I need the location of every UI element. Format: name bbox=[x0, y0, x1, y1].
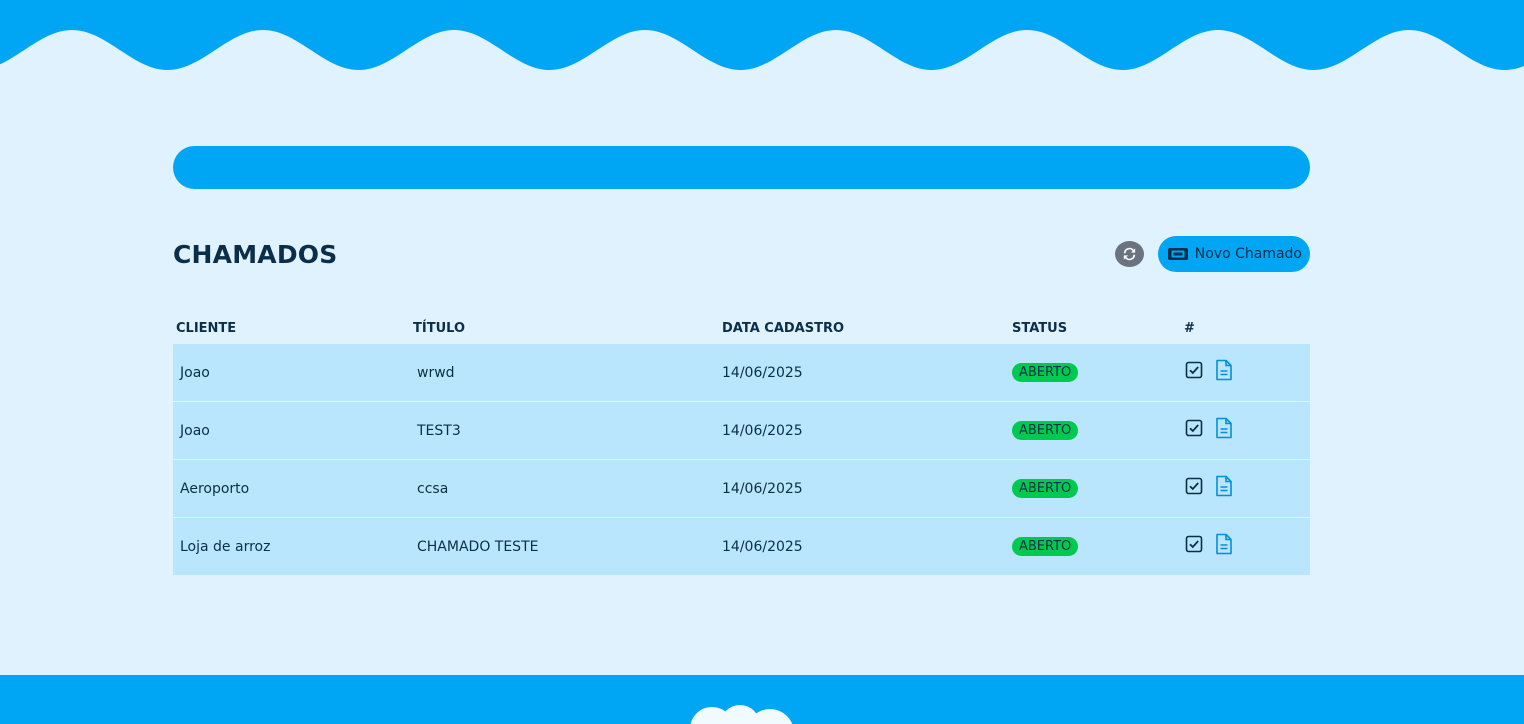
column-header-status: STATUS bbox=[1012, 320, 1068, 336]
check-square-icon[interactable] bbox=[1185, 419, 1203, 437]
check-square-icon[interactable] bbox=[1185, 477, 1203, 495]
header-row: CHAMADOS Novo Chamado bbox=[173, 232, 1310, 276]
top-wave-decoration bbox=[0, 0, 1524, 70]
check-square-icon[interactable] bbox=[1185, 361, 1203, 379]
cloud-icon bbox=[690, 705, 793, 724]
refresh-icon bbox=[1123, 247, 1135, 261]
column-header-cliente: CLIENTE bbox=[176, 320, 237, 336]
cell-cliente: Joao bbox=[180, 364, 210, 381]
ticket-icon bbox=[1167, 248, 1188, 260]
cell-data: 14/06/2025 bbox=[722, 480, 803, 497]
status-badge: ABERTO bbox=[1012, 363, 1079, 382]
cell-titulo: ccsa bbox=[417, 480, 449, 497]
cell-data: 14/06/2025 bbox=[722, 422, 803, 439]
column-header-actions: # bbox=[1184, 320, 1195, 336]
cell-actions bbox=[1180, 533, 1310, 555]
cell-status: ABERTO bbox=[1008, 421, 1180, 440]
cell-status: ABERTO bbox=[1008, 479, 1180, 498]
cell-titulo: TEST3 bbox=[417, 422, 461, 439]
cell-cliente: Loja de arroz bbox=[180, 538, 271, 555]
cell-status: ABERTO bbox=[1008, 363, 1180, 382]
column-header-titulo: TÍTULO bbox=[413, 320, 465, 336]
header-actions: Novo Chamado bbox=[1114, 236, 1310, 272]
document-icon[interactable] bbox=[1215, 475, 1233, 497]
status-badge: ABERTO bbox=[1012, 421, 1079, 440]
tickets-table: CLIENTE TÍTULO DATA CADASTRO STATUS # Jo… bbox=[173, 312, 1310, 576]
document-icon[interactable] bbox=[1215, 417, 1233, 439]
banner-bar bbox=[173, 146, 1310, 189]
cell-titulo: CHAMADO TESTE bbox=[417, 538, 539, 555]
new-ticket-label: Novo Chamado bbox=[1194, 246, 1302, 262]
table-header: CLIENTE TÍTULO DATA CADASTRO STATUS # bbox=[173, 312, 1310, 344]
table-row: Joao wrwd 14/06/2025 ABERTO bbox=[173, 344, 1310, 402]
table-row: Aeroporto ccsa 14/06/2025 ABERTO bbox=[173, 460, 1310, 518]
table-row: Joao TEST3 14/06/2025 ABERTO bbox=[173, 402, 1310, 460]
refresh-button[interactable] bbox=[1114, 241, 1144, 267]
cell-titulo: wrwd bbox=[417, 364, 455, 381]
cell-actions bbox=[1180, 475, 1310, 497]
cell-status: ABERTO bbox=[1008, 537, 1180, 556]
cell-actions bbox=[1180, 359, 1310, 381]
cell-cliente: Joao bbox=[180, 422, 210, 439]
check-square-icon[interactable] bbox=[1185, 535, 1203, 553]
column-header-data-cadastro: DATA CADASTRO bbox=[722, 320, 845, 336]
document-icon[interactable] bbox=[1215, 359, 1233, 381]
cell-data: 14/06/2025 bbox=[722, 538, 803, 555]
cell-actions bbox=[1180, 417, 1310, 439]
new-ticket-button[interactable]: Novo Chamado bbox=[1157, 236, 1310, 272]
page-title: CHAMADOS bbox=[173, 239, 338, 269]
footer bbox=[0, 675, 1524, 724]
status-badge: ABERTO bbox=[1012, 479, 1079, 498]
cell-cliente: Aeroporto bbox=[180, 480, 250, 497]
table-row: Loja de arroz CHAMADO TESTE 14/06/2025 A… bbox=[173, 518, 1310, 576]
cell-data: 14/06/2025 bbox=[722, 364, 803, 381]
document-icon[interactable] bbox=[1215, 533, 1233, 555]
status-badge: ABERTO bbox=[1012, 537, 1079, 556]
